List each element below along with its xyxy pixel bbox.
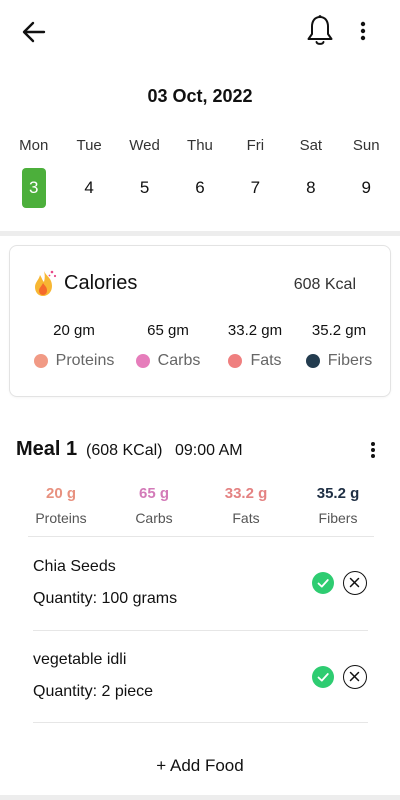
food-name: Chia Seeds (33, 558, 116, 575)
meal-title: Meal 1 (16, 438, 78, 460)
carbs-dot (135, 354, 150, 368)
meal-macro-label: Proteins (35, 510, 87, 526)
macro-label: Carbs (157, 352, 201, 369)
calories-summary-card: Calories 608 Kcal 20 gm Proteins 65 gm C… (9, 245, 391, 397)
macro-fibers: 35.2 gm Fibers (291, 320, 387, 370)
day-thu[interactable]: Thu 6 (172, 134, 227, 214)
notifications-button[interactable] (305, 14, 335, 48)
confirm-food-button[interactable] (312, 572, 334, 594)
macro-value: 33.2 gm (227, 322, 283, 339)
close-icon[interactable] (344, 572, 365, 593)
more-options-button[interactable] (355, 20, 371, 42)
day-name: Mon (19, 137, 49, 154)
week-day-selector: Mon 3 Tue 4 Wed 5 Thu 6 Fri 7 Sat 8 Sun … (6, 134, 394, 214)
meal-macro-value: 35.2 g (316, 485, 360, 502)
macro-value: 35.2 gm (311, 322, 367, 339)
meal-macro-value: 20 g (45, 485, 76, 502)
day-number-selected[interactable]: 3 (21, 168, 46, 208)
close-icon[interactable] (344, 666, 365, 687)
meal-macro-value: 33.2 g (224, 485, 268, 502)
meal-macro-label: Carbs (135, 510, 173, 526)
macro-label: Fibers (327, 352, 373, 369)
meal-macro-proteins: 20 g Proteins (16, 484, 106, 526)
section-divider (0, 231, 400, 236)
day-tue[interactable]: Tue 4 (61, 134, 116, 214)
calories-title: Calories (64, 272, 138, 294)
bottom-divider (0, 795, 400, 800)
day-name: Sun (352, 137, 380, 154)
day-name: Fri (246, 137, 265, 154)
fats-dot (228, 354, 243, 368)
macro-label-row: Proteins (26, 352, 122, 370)
meal-macro-label: Fibers (318, 510, 358, 526)
meal-macro-value: 65 g (138, 485, 169, 502)
day-number[interactable]: 7 (243, 168, 267, 208)
macro-summary: 20 gm Proteins 65 gm Carbs 33.2 gm Fats … (10, 320, 392, 386)
fibers-dot (305, 354, 320, 368)
day-name: Thu (187, 137, 213, 154)
day-number[interactable]: 8 (299, 168, 323, 208)
proteins-dot (33, 354, 48, 368)
macro-label-row: Fibers (291, 352, 387, 370)
selected-date-title: 03 Oct, 2022 (147, 86, 253, 106)
day-sat[interactable]: Sat 8 (283, 134, 338, 214)
back-button[interactable] (20, 18, 48, 46)
more-vertical-icon[interactable] (355, 20, 371, 42)
divider (33, 722, 368, 723)
macro-value: 65 gm (147, 322, 189, 339)
meal-macro-fibers: 35.2 g Fibers (293, 484, 383, 526)
macro-carbs: 65 gm Carbs (120, 320, 216, 370)
fire-icon (32, 268, 58, 298)
meal-options-button[interactable] (366, 440, 380, 462)
day-name: Sat (299, 137, 323, 154)
day-name: Tue (76, 137, 102, 154)
bell-icon[interactable] (305, 14, 335, 48)
meal-macro-carbs: 65 g Carbs (109, 484, 199, 526)
check-icon[interactable] (312, 666, 334, 688)
food-item[interactable]: vegetable idli Quantity: 2 piece (33, 651, 368, 731)
check-icon[interactable] (312, 572, 334, 594)
macro-label: Proteins (55, 352, 115, 369)
divider (28, 536, 374, 537)
arrow-left-icon[interactable] (20, 18, 48, 46)
meal-macro-label: Fats (232, 510, 260, 526)
day-number[interactable]: 4 (77, 168, 101, 208)
macro-fats: 33.2 gm Fats (207, 320, 303, 370)
day-sun[interactable]: Sun 9 (339, 134, 394, 214)
day-number[interactable]: 5 (133, 168, 157, 208)
day-name: Wed (129, 137, 160, 154)
meal-kcal: (608 KCal) (86, 442, 163, 459)
day-number[interactable]: 6 (188, 168, 212, 208)
meal-macros: 20 g Proteins 65 g Carbs 33.2 g Fats 35.… (10, 484, 390, 528)
macro-proteins: 20 gm Proteins (26, 320, 122, 370)
day-fri[interactable]: Fri 7 (228, 134, 283, 214)
day-wed[interactable]: Wed 5 (117, 134, 172, 214)
food-item[interactable]: Chia Seeds Quantity: 100 grams (33, 558, 368, 638)
meal-header: Meal 1 (608 KCal) 09:00 AM (16, 438, 386, 468)
day-mon[interactable]: Mon 3 (6, 134, 61, 214)
calories-total: 608 Kcal (293, 276, 356, 293)
macro-label: Fats (250, 352, 282, 369)
remove-food-button[interactable] (343, 571, 367, 595)
divider (33, 630, 368, 631)
food-name: vegetable idli (33, 651, 127, 668)
macro-value: 20 gm (53, 322, 95, 339)
more-vertical-icon[interactable] (366, 440, 380, 462)
confirm-food-button[interactable] (312, 666, 334, 688)
day-number[interactable]: 9 (354, 168, 378, 208)
macro-label-row: Carbs (120, 352, 216, 370)
food-quantity: Quantity: 2 piece (33, 683, 154, 700)
meal-macro-fats: 33.2 g Fats (201, 484, 291, 526)
remove-food-button[interactable] (343, 665, 367, 689)
food-quantity: Quantity: 100 grams (33, 590, 178, 607)
top-bar (0, 0, 400, 64)
add-food-button[interactable]: + Add Food (0, 756, 400, 776)
meal-time: 09:00 AM (175, 442, 243, 459)
macro-label-row: Fats (207, 352, 303, 370)
